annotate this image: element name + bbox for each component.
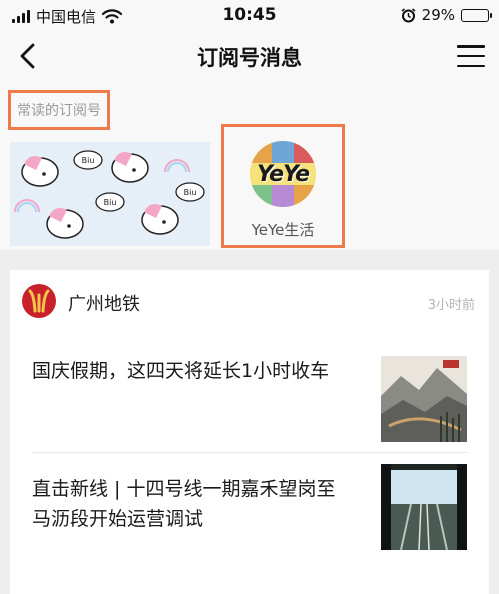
article-title: 直击新线 | 十四号线一期嘉禾望岗至马沥段开始运营调试 xyxy=(32,478,336,530)
yeye-logo: YeYe xyxy=(256,161,310,187)
battery-percent: 29% xyxy=(421,6,455,24)
alarm-icon xyxy=(401,7,416,22)
frequent-label: 常读的订阅号 xyxy=(8,90,110,130)
nav-bar: 订阅号消息 xyxy=(0,30,499,82)
battery-icon xyxy=(461,8,492,22)
status-bar: 中国电信 10:45 29% xyxy=(0,0,499,30)
divider xyxy=(32,452,467,453)
sticker-banner-image[interactable]: Biu Biu Biu xyxy=(10,142,210,246)
account-name: 广州地铁 xyxy=(68,294,140,315)
article-item[interactable]: 直击新线 | 十四号线一期嘉禾望岗至马沥段开始运营调试 xyxy=(10,452,489,560)
chevron-left-icon xyxy=(20,43,35,69)
frequent-section: 常读的订阅号 Biu Biu Biu YeYe YeYe生活 xyxy=(0,82,499,250)
svg-text:Biu: Biu xyxy=(104,198,117,207)
post-time: 3小时前 xyxy=(427,298,475,313)
card-header[interactable]: 广州地铁 3小时前 xyxy=(10,270,489,330)
subscription-name: YeYe生活 xyxy=(251,221,315,239)
subscription-card-yeye[interactable]: YeYe YeYe生活 xyxy=(221,124,345,248)
svg-text:Biu: Biu xyxy=(82,156,95,165)
status-right: 29% xyxy=(401,6,492,24)
article-item[interactable]: 国庆假期，这四天将延长1小时收车 xyxy=(10,340,489,448)
svg-text:Biu: Biu xyxy=(184,188,197,197)
avatar: YeYe xyxy=(250,141,316,207)
article-thumbnail-image xyxy=(381,464,467,550)
article-title: 国庆假期，这四天将延长1小时收车 xyxy=(32,360,330,382)
feed-card: 广州地铁 3小时前 国庆假期，这四天将延长1小时收车 直击新线 | 十四号线一期… xyxy=(10,270,489,594)
metro-logo-icon xyxy=(22,284,56,318)
article-thumbnail-image xyxy=(381,356,467,442)
page-title: 订阅号消息 xyxy=(197,46,302,70)
unicorn-pattern-icon: Biu Biu Biu xyxy=(10,142,210,246)
hamburger-menu-icon xyxy=(457,45,485,48)
back-button[interactable] xyxy=(10,38,46,74)
menu-button[interactable] xyxy=(457,42,485,70)
